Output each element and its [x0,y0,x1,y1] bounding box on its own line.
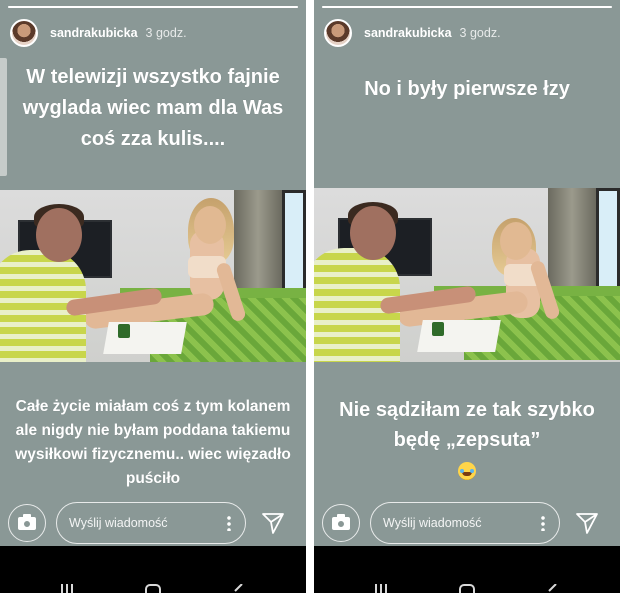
send-icon[interactable] [574,510,600,536]
message-input[interactable]: Wyślij wiadomość [370,502,560,544]
story-progress-bar [322,6,612,8]
reply-bar: Wyślij wiadomość [0,500,306,546]
photo-man-head [36,208,82,262]
story-panel-right[interactable]: sandrakubicka 3 godz. No i były pierwsze… [314,0,620,593]
camera-icon [18,513,36,530]
photo-woman-head [194,206,226,244]
photo-window-frame [280,190,306,300]
username[interactable]: sandrakubicka [50,26,138,40]
story-caption-bottom-text: Nie sądziłam ze tak szybko będę „zepsuta… [339,399,595,451]
story-progress-fill [8,6,298,8]
story-caption-bottom: Nie sądziłam ze tak szybko będę „zepsuta… [324,395,610,485]
system-nav-bar [314,546,620,593]
story-progress-bar [8,6,298,8]
story-photo [314,188,620,362]
more-vertical-icon[interactable] [227,515,231,531]
system-nav-bar [0,546,306,593]
avatar[interactable] [10,19,38,47]
username[interactable]: sandrakubicka [364,26,452,40]
camera-icon [332,513,350,530]
story-timestamp: 3 godz. [145,26,187,40]
recent-apps-icon[interactable] [374,584,388,593]
story-caption-top: No i były pierwsze łzy [364,78,570,100]
story-timestamp: 3 godz. [459,26,501,40]
avatar[interactable] [324,19,352,47]
side-tab [0,58,7,176]
camera-button[interactable] [322,504,360,542]
reply-bar: Wyślij wiadomość [314,500,620,546]
story-panel-left[interactable]: sandrakubicka 3 godz. W telewizji wszyst… [0,0,306,593]
story-header: sandrakubicka 3 godz. [324,18,501,48]
photo-window-frame [594,188,620,298]
photo-jar [118,324,130,338]
face-with-tears-of-joy-icon [458,461,476,480]
back-icon[interactable] [232,584,244,593]
message-input[interactable]: Wyślij wiadomość [56,502,246,544]
camera-button[interactable] [8,504,46,542]
story-photo [0,190,306,362]
story-header: sandrakubicka 3 godz. [10,18,187,48]
story-caption-bottom: Całe życie miałam coś z tym kolanem ale … [15,398,291,487]
send-icon[interactable] [260,510,286,536]
panel-divider [306,0,314,593]
message-placeholder: Wyślij wiadomość [69,516,168,530]
home-icon[interactable] [145,584,161,593]
back-icon[interactable] [546,584,558,593]
story-caption-top: W telewizji wszystko fajnie wyglada wiec… [22,66,284,150]
photo-towel [417,320,501,352]
photo-jar [432,322,444,336]
photo-man-head [350,206,396,260]
story-progress-fill [322,6,612,8]
message-placeholder: Wyślij wiadomość [383,516,482,530]
more-vertical-icon[interactable] [541,515,545,531]
photo-towel [103,322,187,354]
home-icon[interactable] [459,584,475,593]
photo-woman-head [500,222,532,260]
recent-apps-icon[interactable] [60,584,74,593]
